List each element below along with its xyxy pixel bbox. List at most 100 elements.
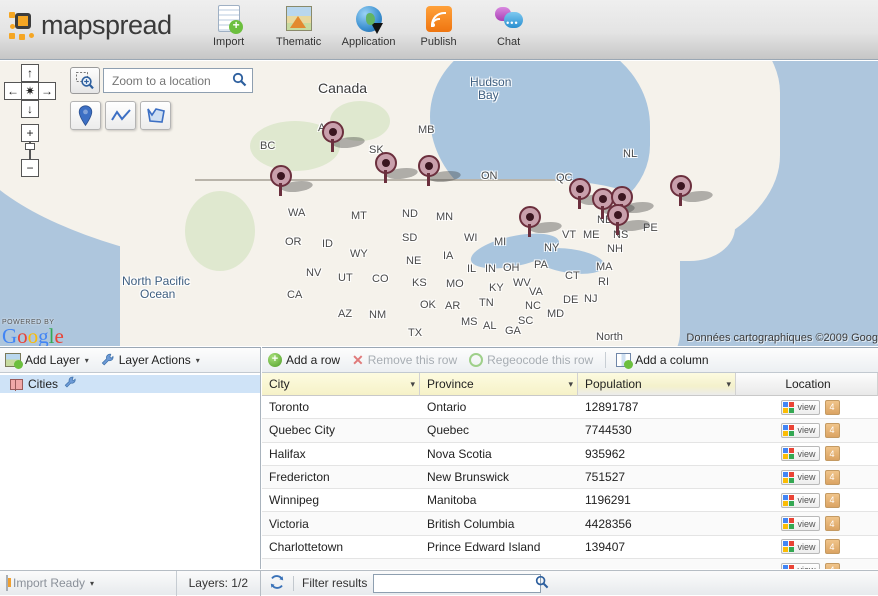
header-button-publish[interactable]: Publish [404,0,474,58]
cell-population[interactable]: 1196291 [578,493,736,507]
pin-icon[interactable] [70,101,101,130]
layer-actions-button[interactable]: Layer Actions ▾ [101,353,200,367]
filter-results-input[interactable] [374,574,536,592]
remove-row-button[interactable]: ✕ Remove this row [352,353,457,367]
view-label: view [797,472,816,483]
table-row[interactable]: Fredericton New Brunswick 751527 view 4 [262,465,878,490]
chevron-down-icon[interactable]: ▾ [410,379,415,390]
cell-city[interactable]: Victoria [262,517,420,531]
cell-population[interactable]: 4428356 [578,517,736,531]
location-count-badge[interactable]: 4 [824,422,840,438]
cell-province[interactable]: New Brunswick [420,470,578,484]
view-location-button[interactable]: view [781,516,820,532]
cell-province[interactable]: Manitoba [420,493,578,507]
column-header-population[interactable]: Population ▾ [578,373,736,396]
chevron-down-icon[interactable]: ▾ [568,379,573,390]
location-count-badge[interactable]: 4 [824,446,840,462]
location-count-badge[interactable]: 4 [824,562,840,569]
pin-newfoundland[interactable] [670,175,717,206]
zoom-out-button[interactable]: − [21,159,39,177]
column-header-city[interactable]: City ▾ [262,373,420,396]
polygon-icon[interactable] [140,101,171,130]
search-icon[interactable] [535,575,549,592]
column-header-province[interactable]: Province ▾ [420,373,578,396]
layer-settings-wrench-icon[interactable] [64,376,77,392]
header-button-thematic[interactable]: Thematic [264,0,334,58]
zoom-search-field[interactable] [103,68,253,93]
pan-down-button[interactable]: ↓ [21,100,39,118]
refresh-icon[interactable] [269,574,285,593]
polyline-icon[interactable] [105,101,136,130]
cell-city[interactable]: Fredericton [262,470,420,484]
header-button-application[interactable]: Application [334,0,404,58]
location-count-badge[interactable]: 4 [824,516,840,532]
cell-city[interactable]: Winnipeg [262,493,420,507]
pin-quebec[interactable] [569,178,616,209]
search-icon[interactable] [232,72,247,90]
pin-british-columbia[interactable] [270,165,317,196]
location-count-badge[interactable]: 4 [824,539,840,555]
table-row[interactable]: Charlottetown Prince Edward Island 139407 v… [262,536,878,560]
add-row-button[interactable]: + Add a row [268,353,340,367]
cell-province[interactable]: Nova Scotia [420,447,578,461]
table-row[interactable]: Toronto Ontario 12891787 view 4 [262,396,878,420]
mapspread-logo-icon [8,11,38,41]
cell-province[interactable]: Ontario [420,400,578,414]
view-location-button[interactable]: view [781,399,820,415]
cell-population[interactable]: 935962 [578,447,736,461]
location-count-badge[interactable]: 4 [824,492,840,508]
cell-population[interactable]: 12891787 [578,400,736,414]
table-row[interactable]: Victoria British Columbia 4428356 view 4 [262,512,878,536]
table-row[interactable]: Quebec City Quebec 7744530 view 4 [262,419,878,443]
zoom-area-select-icon[interactable] [70,67,100,94]
cell-city[interactable]: Toronto [262,400,420,414]
pan-up-button[interactable]: ↑ [21,64,39,82]
table-row[interactable]: Halifax Nova Scotia 935962 view 4 [262,443,878,466]
map-label: SD [402,232,418,244]
table-row-partial[interactable]: view 4 [262,559,878,569]
pan-right-button[interactable]: → [38,82,56,100]
pin-saskatchewan[interactable] [375,152,422,183]
map-label: OK [420,299,436,311]
filter-input-wrapper[interactable] [373,573,549,593]
chevron-down-icon[interactable]: ▾ [726,379,731,390]
pin-alberta[interactable] [322,121,369,152]
google-squares-icon [782,447,795,460]
table-row[interactable]: Winnipeg Manitoba 1196291 view 4 [262,489,878,513]
add-column-button[interactable]: Add a column [616,353,709,369]
add-layer-button[interactable]: Add Layer ▾ [5,353,89,369]
cell-province[interactable]: Prince Edward Island [420,540,578,554]
pin-nova-scotia[interactable] [607,204,654,235]
view-location-button[interactable]: view [781,539,820,555]
view-location-button[interactable]: view [781,422,820,438]
regeocode-row-label: Regeocode this row [487,353,594,367]
view-location-button[interactable]: view [781,446,820,462]
cell-city[interactable]: Quebec City [262,423,420,437]
cell-population[interactable]: 7744530 [578,423,736,437]
layer-item-cities[interactable]: Cities [0,375,260,393]
cell-province[interactable]: British Columbia [420,517,578,531]
header-button-chat[interactable]: ••• Chat [474,0,544,58]
view-location-button[interactable]: view [781,492,820,508]
cell-province[interactable]: Quebec [420,423,578,437]
location-count-badge[interactable]: 4 [824,469,840,485]
pan-center-button[interactable]: ✷ [21,82,39,100]
view-location-button[interactable]: view [781,469,820,485]
cell-city[interactable]: Charlottetown [262,540,420,554]
map-canvas[interactable]: Canada Hudson Bay North Pacific Ocean North BC… [0,61,878,346]
regeocode-row-button[interactable]: Regeocode this row [469,353,593,367]
cell-population[interactable]: 751527 [578,470,736,484]
header-button-import[interactable]: + Import [194,0,264,58]
zoom-search-input[interactable] [110,72,232,89]
location-count-badge[interactable]: 4 [824,399,840,415]
zoom-in-button[interactable]: + [21,124,39,142]
zoom-slider-handle[interactable] [25,143,35,150]
import-status-button[interactable]: Import Ready ▾ [0,575,94,591]
pin-manitoba[interactable] [418,155,465,186]
pan-left-button[interactable]: ← [4,82,22,100]
pin-dot [614,211,622,219]
pin-ontario[interactable] [519,206,566,237]
cell-city[interactable]: Halifax [262,447,420,461]
cell-population[interactable]: 139407 [578,540,736,554]
view-location-button[interactable]: view [781,562,820,569]
